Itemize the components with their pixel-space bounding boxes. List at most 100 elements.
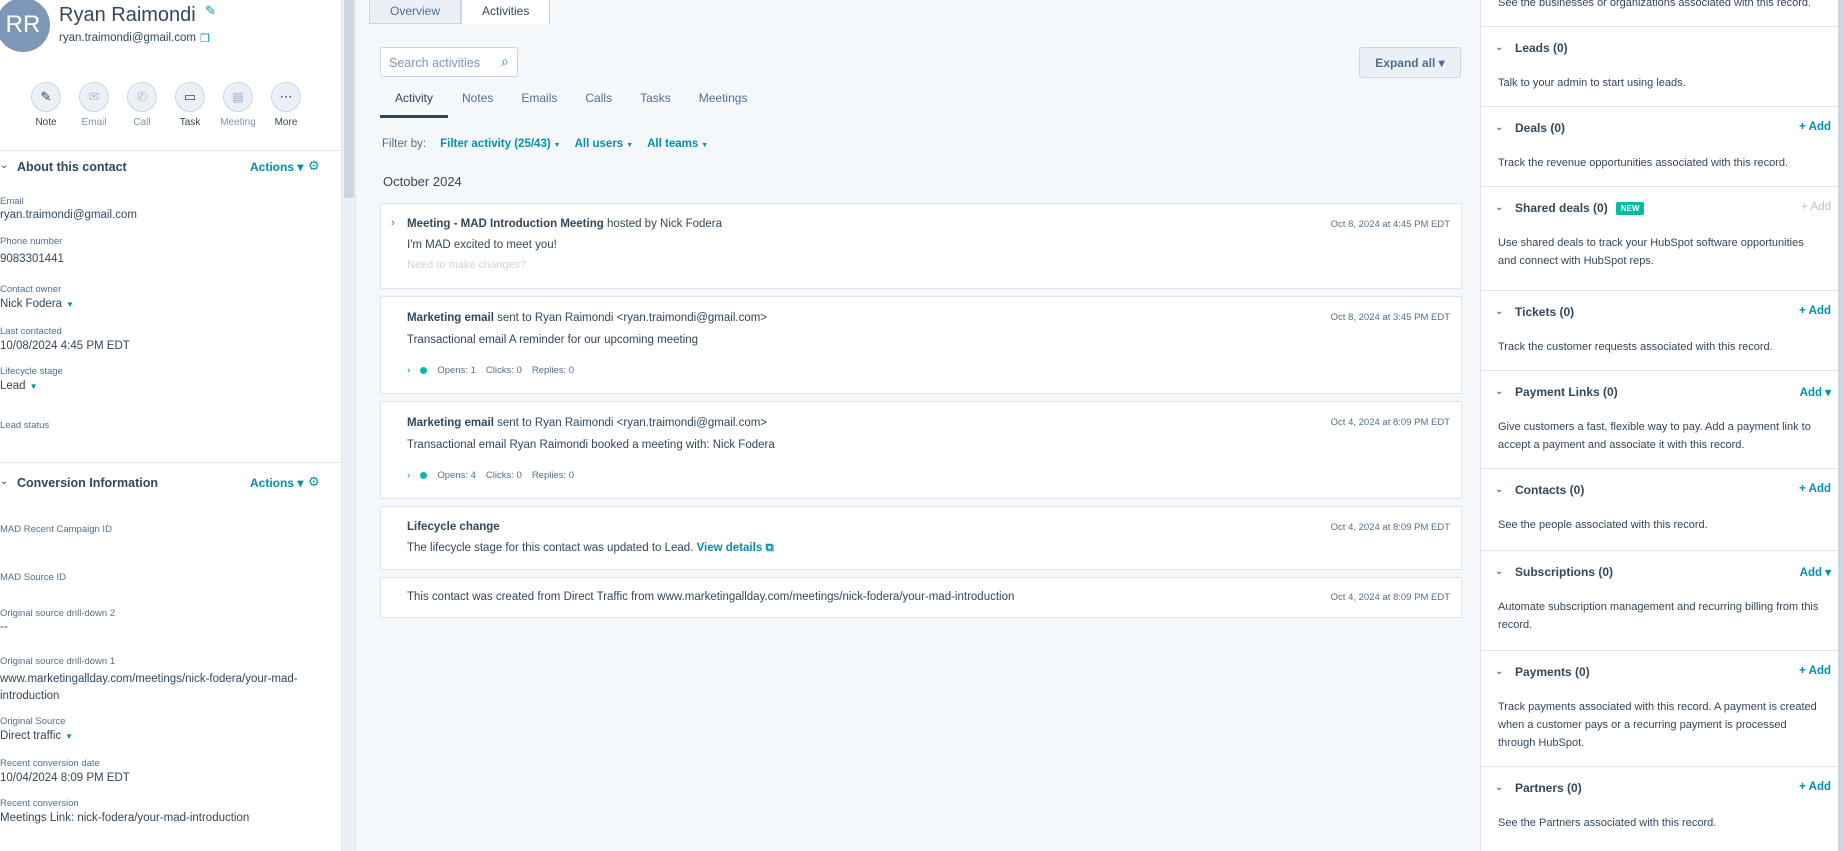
tab-meetings[interactable]: Meetings <box>685 90 762 118</box>
property-label: Recent conversion <box>0 798 79 809</box>
copy-icon[interactable]: ❐ <box>200 32 210 45</box>
activity-title: Marketing email sent to Ryan Raimondi <r… <box>407 417 767 429</box>
add-deal-button[interactable]: + Add <box>1799 121 1831 133</box>
chevron-down-icon[interactable]: ⌄ <box>1495 386 1503 397</box>
tab-activity[interactable]: Activity <box>380 90 449 118</box>
call-action[interactable]: ✆ Call <box>118 82 166 128</box>
chevron-down-icon[interactable]: ⌄ <box>1495 122 1503 133</box>
phone-icon: ✆ <box>127 82 157 112</box>
add-partner-button[interactable]: + Add <box>1799 781 1831 793</box>
tab-tasks[interactable]: Tasks <box>626 90 685 118</box>
section-title[interactable]: Partners (0) <box>1515 781 1582 795</box>
chevron-down-icon[interactable]: ⌄ <box>1495 566 1503 577</box>
section-title[interactable]: Leads (0) <box>1515 41 1568 55</box>
about-actions-button[interactable]: Actions ▾ <box>250 160 303 174</box>
meeting-action[interactable]: ▦ Meeting <box>214 82 262 128</box>
section-title-text: Payment Links (0) <box>1515 385 1618 399</box>
section-title[interactable]: Payments (0) <box>1515 665 1590 679</box>
tab-emails[interactable]: Emails <box>507 90 571 118</box>
note-icon: ✎ <box>31 82 61 112</box>
filter-users-dropdown[interactable]: All users ▼ <box>575 138 634 150</box>
property-label: Phone number <box>0 236 63 247</box>
scrollbar-thumb[interactable] <box>1838 0 1844 851</box>
avatar[interactable]: RR <box>0 0 50 52</box>
chevron-down-icon[interactable]: ⌄ <box>1495 666 1503 677</box>
chevron-down-icon[interactable]: ⌄ <box>1495 484 1503 495</box>
chevron-down-icon[interactable]: ⌄ <box>1495 202 1503 213</box>
email-action[interactable]: ✉ Email <box>70 82 118 128</box>
activity-card-meeting[interactable]: › Meeting - MAD Introduction Meeting hos… <box>380 203 1462 289</box>
add-shared-deal-button[interactable]: + Add <box>1801 201 1831 213</box>
conversion-section-header[interactable]: ⌄ Conversion Information Actions ▾ ⚙ <box>0 474 340 494</box>
section-title[interactable]: Payment Links (0) <box>1515 385 1618 399</box>
property-value[interactable]: Lead ▼ <box>0 378 320 395</box>
caret-down-icon[interactable]: ▼ <box>65 732 73 741</box>
conversion-actions-button[interactable]: Actions ▾ <box>250 476 303 490</box>
property-label: MAD Source ID <box>0 572 66 583</box>
property-value[interactable]: Direct traffic ▼ <box>0 728 320 745</box>
tab-notes[interactable]: Notes <box>448 90 507 118</box>
activity-body: Transactional email Ryan Raimondi booked… <box>407 439 775 451</box>
contact-name: Ryan Raimondi <box>59 4 196 26</box>
section-title[interactable]: Contacts (0) <box>1515 483 1584 497</box>
caret-down-icon[interactable]: ▼ <box>66 300 74 309</box>
search-icon[interactable]: ⌕ <box>501 53 509 70</box>
activity-card-email[interactable]: Marketing email sent to Ryan Raimondi <r… <box>380 401 1462 499</box>
chevron-down-icon[interactable]: ⌄ <box>1495 42 1503 53</box>
chevron-right-icon[interactable]: › <box>391 217 395 229</box>
task-action[interactable]: ▭ Task <box>166 82 214 128</box>
chevron-down-icon[interactable]: ⌄ <box>1495 306 1503 317</box>
pencil-icon[interactable]: ✎ <box>205 3 216 19</box>
about-section-header[interactable]: ⌄ About this contact Actions ▾ ⚙ <box>0 158 340 178</box>
section-title[interactable]: Deals (0) <box>1515 121 1565 135</box>
filter-label: Filter by: <box>382 138 427 150</box>
add-payment-link-button[interactable]: Add ▾ <box>1800 385 1831 399</box>
add-ticket-button[interactable]: + Add <box>1799 305 1831 317</box>
tab-calls[interactable]: Calls <box>571 90 626 118</box>
expand-all-button[interactable]: Expand all ▾ <box>1359 47 1461 78</box>
property-label: Contact owner <box>0 284 62 295</box>
scrollbar-thumb[interactable] <box>344 0 354 198</box>
filter-activity-dropdown[interactable]: Filter activity (25/43) ▼ <box>440 138 561 150</box>
gear-icon[interactable]: ⚙ <box>308 474 320 490</box>
about-section-title: About this contact <box>17 160 127 174</box>
tab-activities[interactable]: Activities <box>461 0 551 24</box>
search-input[interactable]: Search activities ⌕ <box>380 47 518 77</box>
section-title[interactable]: Tickets (0) <box>1515 305 1574 319</box>
gear-icon[interactable]: ⚙ <box>308 158 320 174</box>
property-label: Last contacted <box>0 326 62 337</box>
tab-overview[interactable]: Overview <box>369 0 462 24</box>
caret-down-icon[interactable]: ▼ <box>30 382 38 391</box>
activity-card-lifecycle[interactable]: Lifecycle change Oct 4, 2024 at 8:09 PM … <box>380 506 1462 570</box>
chevron-down-icon[interactable]: ⌄ <box>1495 782 1503 793</box>
payments-section: ⌄ Payments (0) + Add Track payments asso… <box>1481 650 1839 766</box>
activity-date: Oct 4, 2024 at 8:09 PM EDT <box>1330 417 1450 428</box>
add-contact-button[interactable]: + Add <box>1799 483 1831 495</box>
left-scrollbar[interactable] <box>342 0 356 851</box>
task-label: Task <box>179 117 201 128</box>
filter-teams-dropdown[interactable]: All teams ▼ <box>647 138 708 150</box>
contact-record-page: RR Ryan Raimondi ✎ ryan.traimondi@gmail.… <box>0 0 1844 851</box>
section-title[interactable]: Subscriptions (0) <box>1515 565 1613 579</box>
property-value[interactable]: 9083301441 <box>0 251 320 268</box>
right-scrollbar[interactable] <box>1838 0 1844 851</box>
add-subscription-button[interactable]: Add ▾ <box>1800 565 1831 579</box>
lifecycle-value: Lead <box>0 380 26 392</box>
divider <box>0 150 341 151</box>
property-email: Email ryan.traimondi@gmail.com <box>0 196 320 224</box>
chevron-down-icon[interactable]: ⌄ <box>0 160 8 171</box>
add-payment-button[interactable]: + Add <box>1799 665 1831 677</box>
section-description: Talk to your admin to start using leads. <box>1498 77 1686 89</box>
property-lead-status: Lead status <box>0 420 320 435</box>
chevron-right-icon[interactable]: › <box>407 365 410 376</box>
property-value[interactable]: ryan.traimondi@gmail.com <box>0 207 320 224</box>
chevron-right-icon[interactable]: › <box>407 470 410 481</box>
property-value[interactable]: Nick Fodera ▼ <box>0 296 320 313</box>
chevron-down-icon[interactable]: ⌄ <box>0 476 8 487</box>
view-details-link[interactable]: View details ⧉ <box>697 542 774 554</box>
activity-card-created[interactable]: This contact was created from Direct Tra… <box>380 577 1462 618</box>
section-title[interactable]: Shared deals (0) NEW <box>1515 201 1645 215</box>
activity-card-email[interactable]: Marketing email sent to Ryan Raimondi <r… <box>380 296 1462 394</box>
note-action[interactable]: ✎ Note <box>22 82 70 128</box>
more-action[interactable]: ⋯ More <box>262 82 310 128</box>
